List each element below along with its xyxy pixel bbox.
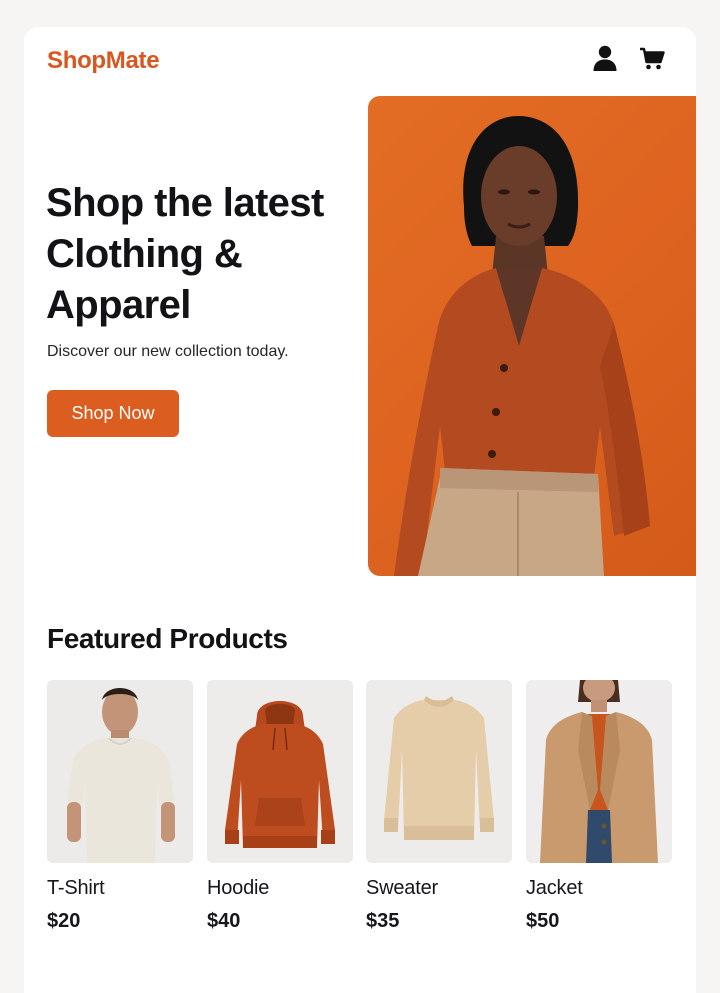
hero-subtitle: Discover our new collection today. bbox=[47, 343, 289, 360]
hero-title-line-2: Clothing & bbox=[46, 232, 243, 276]
page-card: ShopMate Shop the latest Clothing & Appa… bbox=[24, 27, 696, 993]
product-image-jacket[interactable] bbox=[526, 680, 672, 863]
product-name[interactable]: Hoodie bbox=[207, 877, 353, 900]
product-card-jacket[interactable]: Jacket $50 bbox=[526, 680, 672, 933]
product-grid: T-Shirt $20 Hoodie $40 Sweater $35 Jacke… bbox=[47, 680, 677, 950]
logo[interactable]: ShopMate bbox=[47, 47, 160, 75]
product-name[interactable]: T-Shirt bbox=[47, 877, 193, 900]
user-icon[interactable] bbox=[590, 43, 620, 73]
shop-now-button[interactable]: Shop Now bbox=[47, 390, 179, 437]
product-card-sweater[interactable]: Sweater $35 bbox=[366, 680, 512, 933]
product-image-sweater[interactable] bbox=[366, 680, 512, 863]
hero-title: Shop the latest Clothing & Apparel bbox=[46, 178, 366, 331]
hero-title-line-1: Shop the latest bbox=[46, 181, 324, 225]
product-price: $20 bbox=[47, 910, 81, 932]
product-image-tshirt[interactable] bbox=[47, 680, 193, 863]
featured-products-title: Featured Products bbox=[47, 623, 288, 654]
product-name[interactable]: Jacket bbox=[526, 877, 672, 900]
product-name[interactable]: Sweater bbox=[366, 877, 512, 900]
product-price: $40 bbox=[207, 910, 241, 932]
product-image-hoodie[interactable] bbox=[207, 680, 353, 863]
product-price: $50 bbox=[526, 910, 560, 932]
product-card-hoodie[interactable]: Hoodie $40 bbox=[207, 680, 353, 933]
product-price: $35 bbox=[366, 910, 400, 932]
cart-icon[interactable] bbox=[637, 43, 667, 73]
hero-title-line-3: Apparel bbox=[46, 283, 191, 327]
hero-image bbox=[368, 96, 696, 576]
product-card-tshirt[interactable]: T-Shirt $20 bbox=[47, 680, 193, 933]
